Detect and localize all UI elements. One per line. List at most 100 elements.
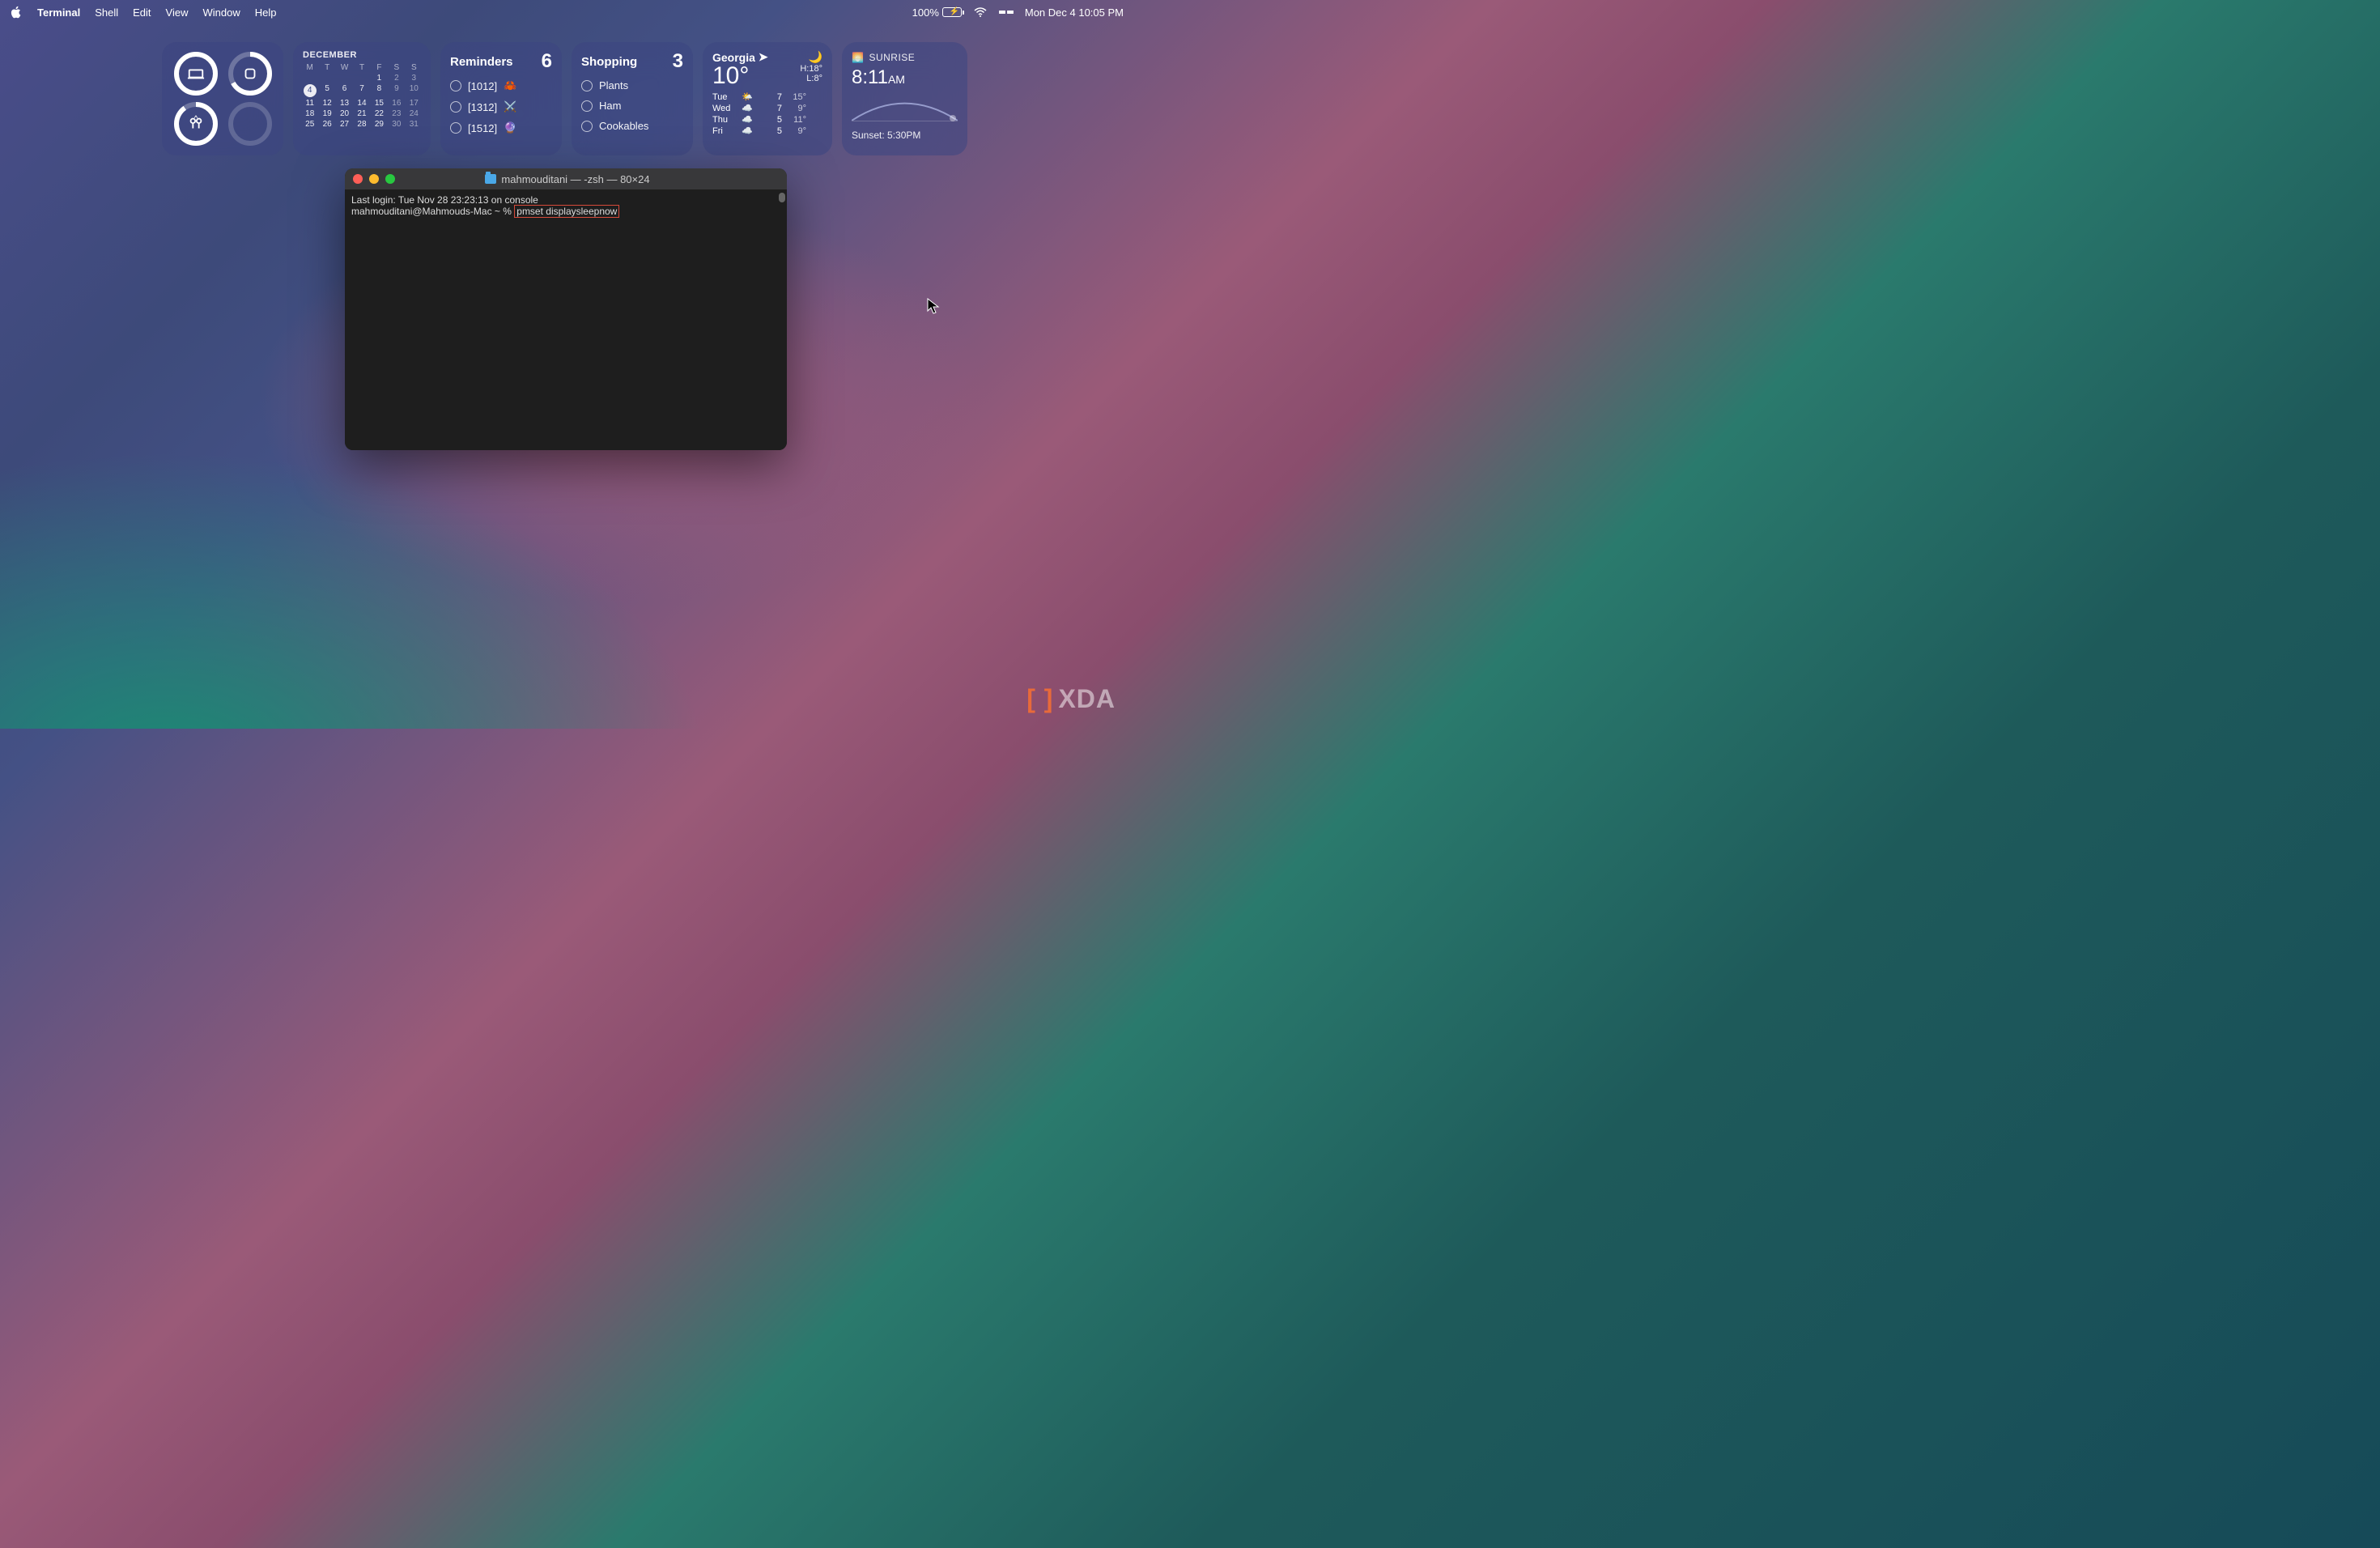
checkbox-icon[interactable] — [450, 122, 461, 134]
menu-help[interactable]: Help — [255, 6, 277, 19]
sunrise-label: SUNRISE — [869, 52, 915, 63]
weather-day-row: Tue🌤️715° — [712, 91, 822, 102]
shopping-item[interactable]: Ham — [581, 100, 683, 112]
calendar-day: 24 — [407, 109, 421, 118]
weather-day: Fri — [712, 126, 737, 136]
weather-day-lo: 9° — [787, 126, 806, 136]
reminders-count: 6 — [542, 50, 552, 73]
weather-temp: 10° — [712, 64, 771, 88]
reminder-label: [1512] — [468, 122, 497, 134]
calendar-dow: M — [303, 63, 317, 72]
shopping-label: Ham — [599, 100, 621, 112]
checkbox-icon[interactable] — [450, 80, 461, 91]
weather-day-icon: ☁️ — [742, 103, 758, 113]
calendar-day: 12 — [320, 99, 334, 108]
terminal-line-lastlogin: Last login: Tue Nov 28 23:23:13 on conso… — [351, 194, 780, 206]
menu-edit[interactable]: Edit — [133, 6, 151, 19]
calendar-day: 19 — [320, 109, 334, 118]
weather-day-row: Fri ☁️ 5 9° — [712, 125, 822, 136]
shopping-title: Shopping — [581, 55, 637, 69]
weather-day-icon: ☁️ — [742, 125, 758, 136]
calendar-day: 22 — [372, 109, 386, 118]
calendar-day: 14 — [355, 99, 368, 108]
desktop-widgets: DECEMBER MTWTFSS123456789101112131415161… — [162, 42, 967, 155]
battery-device-case — [227, 51, 273, 96]
reminder-item[interactable]: [1512] 🔮 — [450, 121, 552, 134]
calendar-day: 17 — [407, 99, 421, 108]
sunrise-icon: 🌅 — [852, 52, 864, 63]
battery-status[interactable]: 100% ⚡ — [912, 6, 962, 19]
shopping-item[interactable]: Cookables — [581, 120, 683, 132]
location-arrow-icon: ➤ — [759, 50, 768, 64]
menu-shell[interactable]: Shell — [95, 6, 118, 19]
weather-day-icon: ☁️ — [742, 114, 758, 125]
calendar-day: 7 — [355, 84, 368, 97]
menu-bar: Terminal Shell Edit View Window Help 100… — [0, 0, 1133, 24]
checkbox-icon[interactable] — [581, 80, 593, 91]
terminal-body[interactable]: Last login: Tue Nov 28 23:23:13 on conso… — [345, 189, 787, 450]
menubar-clock[interactable]: Mon Dec 4 10:05 PM — [1025, 6, 1124, 19]
calendar-day: 3 — [407, 74, 421, 83]
weather-day-lo: 11° — [787, 115, 806, 125]
weather-hi: H:18° — [800, 64, 822, 74]
weather-day: Thu — [712, 115, 737, 125]
calendar-day: 10 — [407, 84, 421, 97]
weather-day-hi: 7 — [763, 104, 782, 113]
calendar-day: 31 — [407, 120, 421, 129]
moon-icon: 🌙 — [800, 50, 822, 64]
apple-menu-icon[interactable] — [10, 6, 23, 19]
reminders-title: Reminders — [450, 55, 513, 69]
sunrise-widget[interactable]: 🌅SUNRISE 8:11AM Sunset: 5:30PM — [842, 42, 967, 155]
calendar-day: 9 — [389, 84, 403, 97]
calendar-day: 26 — [320, 120, 334, 129]
calendar-dow: W — [338, 63, 351, 72]
checkbox-icon[interactable] — [581, 100, 593, 112]
terminal-titlebar[interactable]: mahmouditani — -zsh — 80×24 — [345, 168, 787, 189]
zoom-button[interactable] — [385, 174, 395, 184]
minimize-button[interactable] — [369, 174, 379, 184]
wifi-icon[interactable] — [973, 5, 988, 19]
calendar-day: 11 — [303, 99, 317, 108]
terminal-window[interactable]: mahmouditani — -zsh — 80×24 Last login: … — [345, 168, 787, 450]
calendar-month: DECEMBER — [303, 50, 421, 60]
battery-device-empty — [227, 101, 273, 147]
weather-day-hi: 5 — [763, 126, 782, 136]
shopping-label: Plants — [599, 79, 628, 91]
shopping-item[interactable]: Plants — [581, 79, 683, 91]
terminal-command[interactable]: pmset displaysleepnow — [514, 205, 619, 218]
reminder-emoji: 🦀 — [504, 79, 516, 92]
terminal-title: mahmouditani — -zsh — 80×24 — [501, 173, 649, 185]
reminder-item[interactable]: [1312] ⚔️ — [450, 100, 552, 113]
calendar-day: 13 — [338, 99, 351, 108]
sunset-time: Sunset: 5:30PM — [852, 130, 958, 141]
menu-app-name[interactable]: Terminal — [37, 6, 80, 19]
calendar-day: 8 — [372, 84, 386, 97]
battery-device-macbook — [173, 51, 219, 96]
reminder-item[interactable]: [1012] 🦀 — [450, 79, 552, 92]
close-button[interactable] — [353, 174, 363, 184]
checkbox-icon[interactable] — [581, 121, 593, 132]
calendar-day — [303, 74, 317, 83]
weather-day-lo: 15° — [787, 92, 806, 102]
shopping-widget[interactable]: Shopping 3 PlantsHamCookables — [572, 42, 693, 155]
reminder-emoji: 🔮 — [504, 121, 516, 134]
scrollbar-thumb[interactable] — [779, 193, 785, 202]
calendar-day: 15 — [372, 99, 386, 108]
menu-view[interactable]: View — [166, 6, 189, 19]
reminder-emoji: ⚔️ — [504, 100, 516, 113]
calendar-day: 5 — [320, 84, 334, 97]
calendar-day: 6 — [338, 84, 351, 97]
calendar-widget[interactable]: DECEMBER MTWTFSS123456789101112131415161… — [293, 42, 431, 155]
weather-widget[interactable]: Georgia➤ 10° 🌙 H:18° L:8° Tue🌤️715°Wed☁️… — [703, 42, 832, 155]
calendar-day: 21 — [355, 109, 368, 118]
reminders-widget[interactable]: Reminders 6 [1012] 🦀 [1312] ⚔️ [1512] 🔮 — [440, 42, 562, 155]
batteries-widget[interactable] — [162, 42, 283, 155]
calendar-grid: MTWTFSS123456789101112131415161718192021… — [303, 63, 421, 129]
weather-day-hi: 7 — [763, 92, 782, 102]
sun-arc — [852, 94, 958, 121]
battery-icon: ⚡ — [942, 7, 962, 17]
menu-window[interactable]: Window — [203, 6, 240, 19]
checkbox-icon[interactable] — [450, 101, 461, 113]
control-center-icon[interactable] — [999, 11, 1014, 14]
calendar-day: 18 — [303, 109, 317, 118]
